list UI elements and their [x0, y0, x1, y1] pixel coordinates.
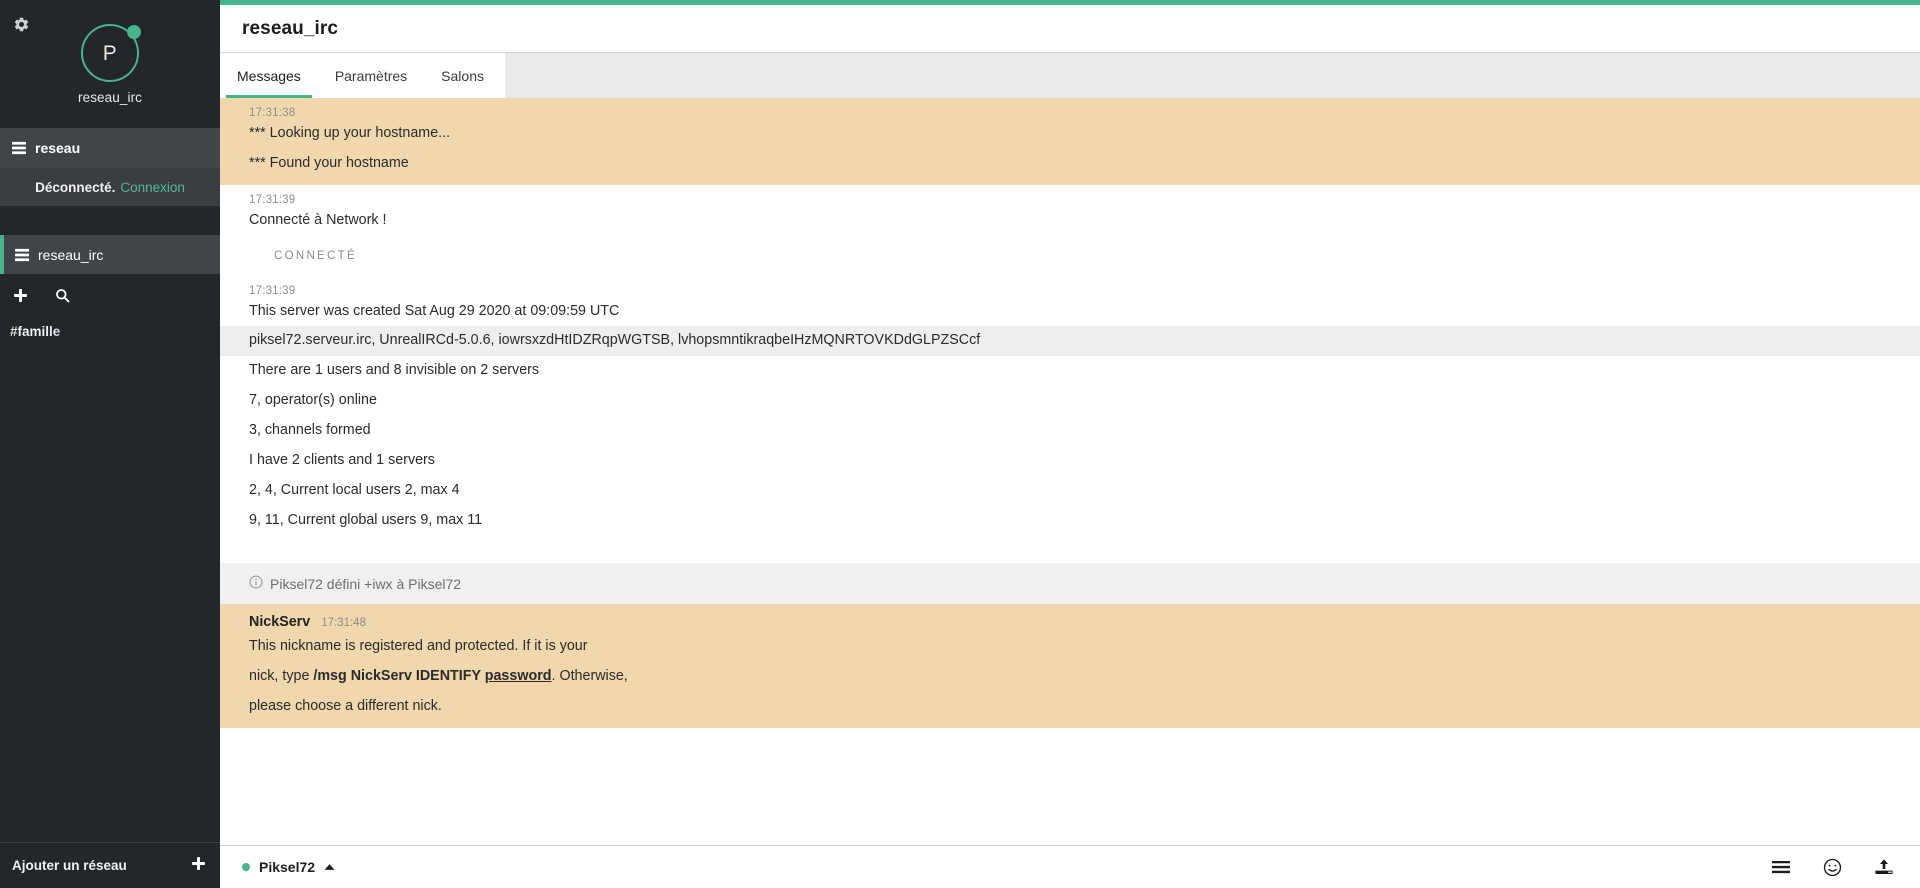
sidebar-spacer [0, 346, 220, 842]
irc-client-window: P reseau_irc reseau Déconnecté. Connexio… [0, 0, 1920, 888]
chat-header: reseau_irc [220, 5, 1920, 53]
message-line: Connecté à Network ! [249, 211, 387, 228]
add-network-button[interactable]: Ajouter un réseau [0, 842, 220, 888]
message-line: please choose a different nick. [249, 698, 442, 715]
sidebar-item-network[interactable]: reseau [0, 128, 220, 168]
info-icon [249, 575, 263, 592]
page-title: reseau_irc [242, 17, 339, 39]
message-input[interactable] [351, 859, 1755, 875]
message-line: nick, type /msg NickServ IDENTIFY passwo… [220, 662, 1920, 692]
nick-selector[interactable]: Piksel72 [242, 858, 335, 876]
sidebar-toolbar [0, 274, 220, 316]
online-status-dot [242, 863, 250, 871]
message-line: 3, channels formed [249, 422, 371, 439]
add-network-label: Ajouter un réseau [12, 858, 127, 873]
network-label: reseau [35, 140, 81, 156]
message-list[interactable]: 17:31:38 *** Looking up your hostname...… [220, 98, 1920, 845]
tab-label: Messages [237, 67, 301, 84]
composer-actions [1771, 858, 1898, 877]
message-line: This nickname is registered and protecte… [249, 638, 588, 655]
tab-salons[interactable]: Salons [424, 53, 501, 98]
avatar-block: P reseau_irc [0, 24, 220, 105]
disconnected-label: Déconnecté. [35, 179, 116, 195]
message-text-part: . Otherwise, [551, 668, 628, 685]
message-text-part: nick, type [249, 668, 314, 685]
message-line: *** Looking up your hostname... [249, 125, 451, 141]
connection-status-row: Déconnecté. Connexion [0, 168, 220, 206]
avatar-letter: P [102, 41, 118, 65]
avatar-name: reseau_irc [77, 90, 143, 105]
message-timestamp: 17:31:39 [249, 284, 296, 297]
sidebar-header: P reseau_irc [0, 0, 220, 128]
sidebar-item-label: reseau_irc [38, 246, 104, 263]
plus-icon[interactable] [191, 856, 206, 876]
online-status-dot [127, 25, 141, 39]
tab-messages[interactable]: Messages [220, 53, 318, 98]
message-spacer [220, 728, 1920, 769]
message-line: There are 1 users and 8 invisible on 2 s… [249, 362, 540, 379]
tab-label: Salons [441, 67, 484, 84]
current-nick: Piksel72 [259, 859, 316, 875]
command-text: /msg NickServ IDENTIFY [313, 668, 485, 685]
message-line: This server was created Sat Aug 29 2020 … [249, 302, 620, 319]
message-line: piksel72.serveur.irc, UnrealIRCd-5.0.6, … [220, 326, 1920, 357]
upload-icon[interactable] [1874, 858, 1894, 877]
message-spacer [220, 541, 1920, 564]
emoji-icon[interactable] [1823, 858, 1842, 877]
message-timestamp: 17:31:48 [321, 617, 366, 630]
message-line: *** Found your hostname [249, 154, 409, 171]
server-icon [15, 248, 29, 262]
menu-icon[interactable] [1771, 859, 1791, 875]
message-author[interactable]: NickServ [249, 614, 310, 630]
message-line: I have 2 clients and 1 servers [249, 451, 435, 468]
message-line: 7, operator(s) online [249, 392, 377, 409]
avatar[interactable]: P [81, 24, 141, 82]
tab-parametres[interactable]: Paramètres [318, 53, 424, 98]
message-group-nickserv: NickServ 17:31:48 This nickname is regis… [220, 604, 1920, 729]
message-group: 17:31:39 Connecté à Network ! CONNECTÉ [220, 184, 1920, 276]
sidebar-gap [0, 206, 220, 235]
message-timestamp: 17:31:39 [249, 193, 296, 206]
message-timestamp: 17:31:38 [249, 107, 296, 119]
sidebar-item-famille[interactable]: #famille [0, 316, 220, 346]
tab-bar: Messages Paramètres Salons [220, 53, 1920, 98]
sidebar-item-reseau-irc[interactable]: reseau_irc [0, 235, 220, 274]
composer-bar: Piksel72 [220, 845, 1920, 888]
connect-link[interactable]: Connexion [120, 180, 185, 195]
message-line: 9, 11, Current global users 9, max 11 [249, 511, 483, 528]
main-panel: reseau_irc Messages Paramètres Salons 17… [220, 0, 1920, 888]
plus-icon[interactable] [10, 285, 30, 305]
notice-message: Piksel72 défini +iwx à Piksel72 [220, 563, 1920, 605]
notice-text: Piksel72 défini +iwx à Piksel72 [270, 575, 462, 592]
message-group: 17:31:39 This server was created Sat Aug… [220, 275, 1920, 542]
chevron-up-icon[interactable] [324, 858, 335, 876]
connected-divider: CONNECTÉ [274, 249, 357, 262]
message-group: 17:31:38 *** Looking up your hostname...… [220, 98, 1920, 185]
password-link[interactable]: password [485, 668, 552, 684]
server-icon [12, 141, 26, 155]
search-icon[interactable] [52, 285, 72, 305]
tab-label: Paramètres [334, 67, 408, 84]
famille-label: #famille [10, 323, 61, 339]
message-line: 2, 4, Current local users 2, max 4 [249, 481, 460, 498]
sidebar: P reseau_irc reseau Déconnecté. Connexio… [0, 0, 220, 888]
